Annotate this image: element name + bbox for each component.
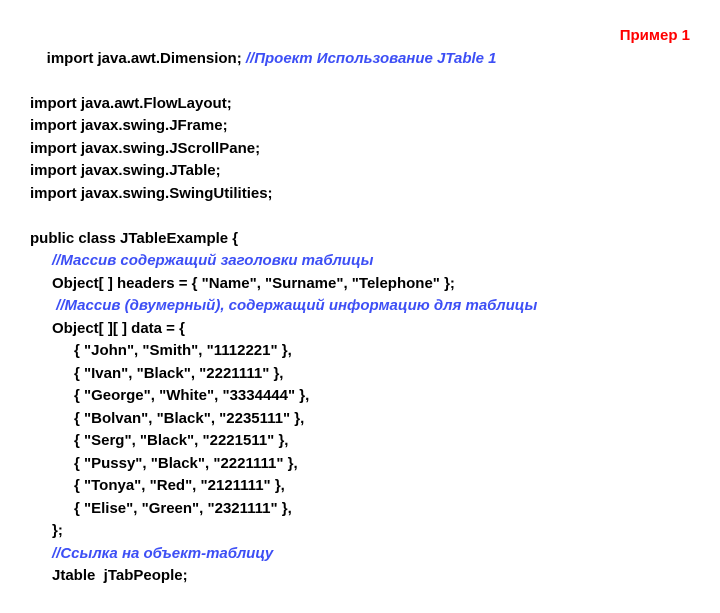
import-statement: import javax.swing.JScrollPane;	[30, 138, 690, 161]
comment-reference: //Ссылка на объект-таблицу	[30, 543, 690, 566]
example-label: Пример 1	[620, 25, 690, 48]
data-array-close: };	[30, 520, 690, 543]
class-declaration: public class JTableExample {	[30, 228, 690, 251]
import-statement: import javax.swing.JTable;	[30, 160, 690, 183]
data-row: { "Bolvan", "Black", "2235111" },	[30, 408, 690, 431]
code-line-import-with-header: import java.awt.Dimension; //Проект Испо…	[30, 25, 690, 93]
data-row: { "Pussy", "Black", "2221111" },	[30, 453, 690, 476]
data-row: { "Ivan", "Black", "2221111" },	[30, 363, 690, 386]
data-row: { "Elise", "Green", "2321111" },	[30, 498, 690, 521]
project-comment: //Проект Использование JTable 1	[246, 50, 497, 67]
comment-data: //Массив (двумерный), содержащий информа…	[30, 295, 690, 318]
data-row: { "George", "White", "3334444" },	[30, 385, 690, 408]
jtable-reference: Jtable jTabPeople;	[30, 565, 690, 588]
import-statement: import javax.swing.JFrame;	[30, 115, 690, 138]
data-row: { "Serg", "Black", "2221511" },	[30, 430, 690, 453]
blank-line	[30, 205, 690, 228]
data-row: { "John", "Smith", "1112221" },	[30, 340, 690, 363]
import-statement: import javax.swing.SwingUtilities;	[30, 183, 690, 206]
data-array-open: Object[ ][ ] data = {	[30, 318, 690, 341]
import-statement: import java.awt.Dimension;	[47, 50, 246, 67]
data-row: { "Tonya", "Red", "2121111" },	[30, 475, 690, 498]
import-statement: import java.awt.FlowLayout;	[30, 93, 690, 116]
comment-headers: //Массив содержащий заголовки таблицы	[30, 250, 690, 273]
headers-array: Object[ ] headers = { "Name", "Surname",…	[30, 273, 690, 296]
